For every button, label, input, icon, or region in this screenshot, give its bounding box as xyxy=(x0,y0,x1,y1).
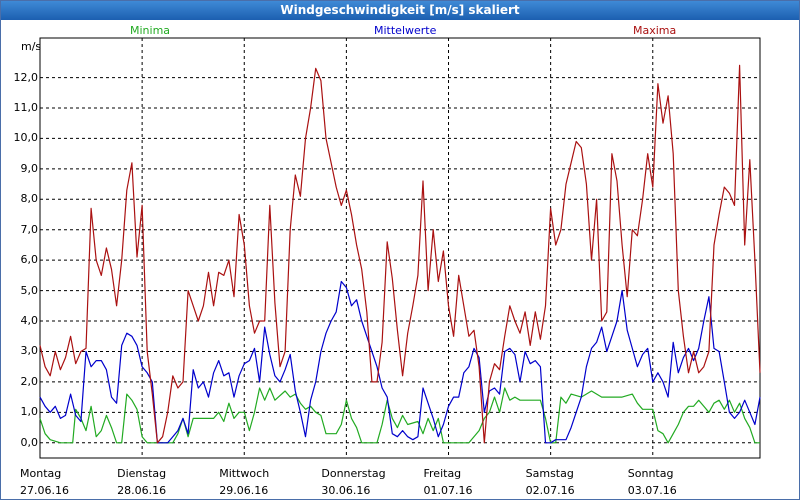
x-date-label: 28.06.16 xyxy=(117,484,167,497)
x-date-label: 30.06.16 xyxy=(321,484,371,497)
y-tick-label: 6,0 xyxy=(20,253,39,267)
legend-maxima: Maxima xyxy=(633,24,677,37)
x-day-label: Samstag xyxy=(525,467,574,480)
x-day-label: Mittwoch xyxy=(219,467,270,480)
x-day-label: Sonntag xyxy=(627,467,674,480)
y-tick-label: 11,0 xyxy=(13,101,39,114)
x-date-label: 27.06.16 xyxy=(20,484,69,497)
y-tick-label: 1,0 xyxy=(20,405,39,419)
x-day-label: Freitag xyxy=(423,467,462,480)
series-line-minima xyxy=(39,387,760,444)
x-date-label: 29.06.16 xyxy=(219,484,269,497)
y-axis-unit: m/s xyxy=(21,40,42,53)
x-date-label: 02.07.16 xyxy=(525,484,575,497)
legend-mittelwerte: Mittelwerte xyxy=(374,24,437,37)
y-tick-label: 3,0 xyxy=(20,344,39,358)
x-day-label: Dienstag xyxy=(117,467,167,480)
y-tick-label: 9,0 xyxy=(20,161,39,175)
y-tick-label: 2,0 xyxy=(20,374,39,388)
y-tick-label: 8,0 xyxy=(20,192,39,206)
y-tick-label: 10,0 xyxy=(13,131,39,145)
y-tick-label: 5,0 xyxy=(20,283,39,297)
chart-plot xyxy=(39,37,761,459)
legend-minima: Minima xyxy=(130,24,171,37)
plot-border xyxy=(39,37,761,459)
y-tick-label: 0,0 xyxy=(20,435,39,449)
x-day-label: Montag xyxy=(20,467,62,480)
series-line-maxima xyxy=(39,64,761,444)
x-day-label: Donnerstag xyxy=(321,467,386,480)
y-tick-label: 4,0 xyxy=(20,314,39,328)
y-tick-label: 12,0 xyxy=(13,70,39,84)
x-date-label: 01.07.16 xyxy=(423,484,473,497)
x-date-label: 03.07.16 xyxy=(627,484,677,497)
y-tick-label: 7,0 xyxy=(20,222,39,236)
